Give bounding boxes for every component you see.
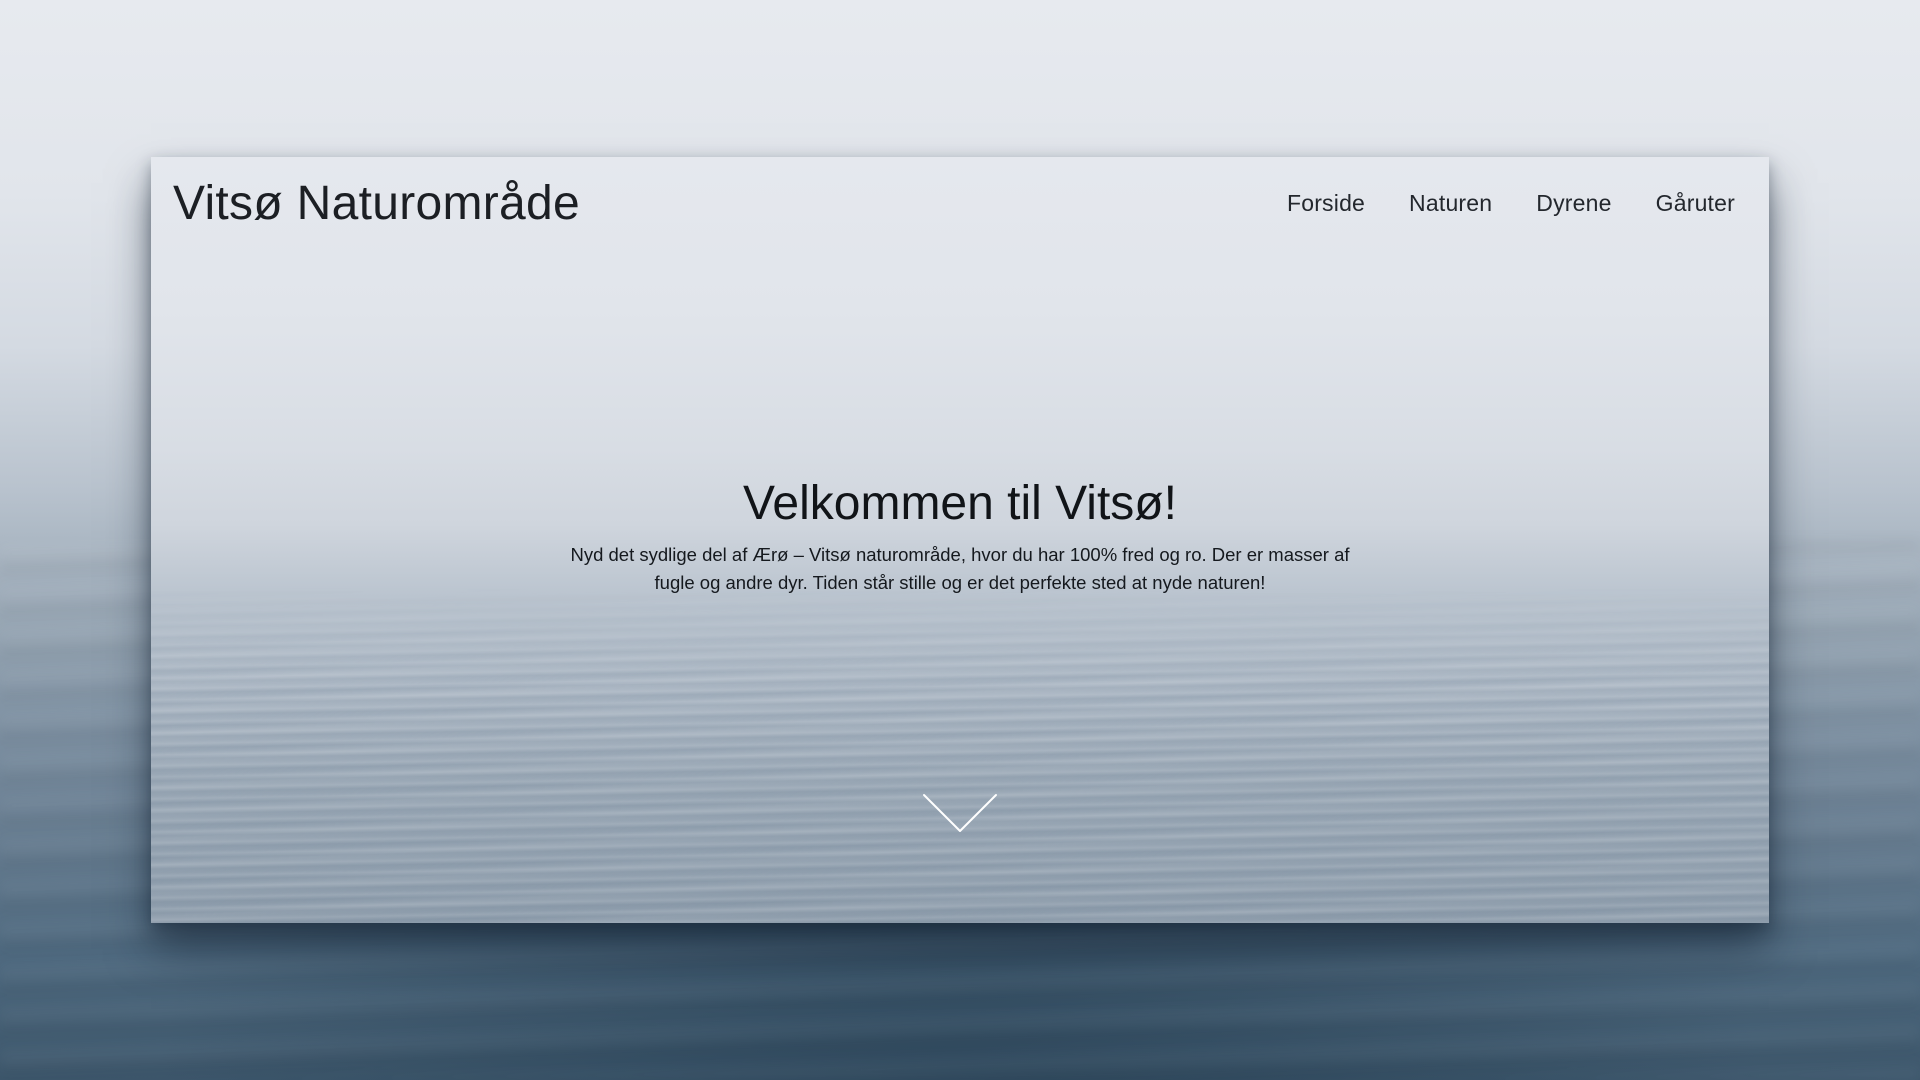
nav-item-forside[interactable]: Forside xyxy=(1287,177,1365,229)
website-card: Vitsø Naturområde Forside Naturen Dyrene… xyxy=(151,157,1769,923)
hero-heading: Velkommen til Vitsø! xyxy=(743,477,1177,530)
chevron-down-icon[interactable] xyxy=(922,793,998,835)
nav-item-naturen[interactable]: Naturen xyxy=(1409,177,1492,229)
chevron-down-svg xyxy=(923,794,997,832)
nav-item-dyrene[interactable]: Dyrene xyxy=(1536,177,1611,229)
water-ripples xyxy=(151,587,1769,923)
main-nav: Forside Naturen Dyrene Gåruter xyxy=(1287,177,1735,229)
site-title[interactable]: Vitsø Naturområde xyxy=(173,169,580,239)
hero-section: Velkommen til Vitsø! Nyd det sydlige del… xyxy=(151,469,1769,597)
nav-item-garuter[interactable]: Gåruter xyxy=(1656,177,1735,229)
hero-text: Nyd det sydlige del af Ærø – Vitsø natur… xyxy=(570,544,1350,593)
